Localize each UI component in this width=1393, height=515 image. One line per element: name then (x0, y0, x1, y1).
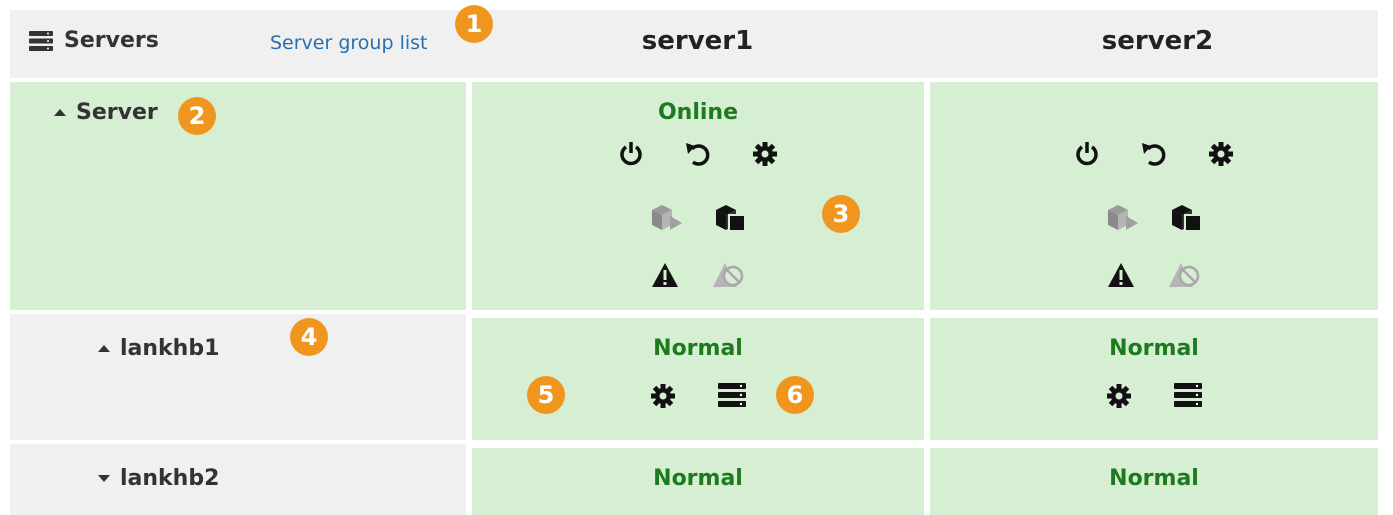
server1-server-cell: Online (472, 82, 924, 310)
server1-lankhb2-status: Normal (653, 466, 743, 491)
callout-badge-3: 3 (822, 195, 860, 233)
power-icon[interactable] (1073, 140, 1101, 168)
cube-start-icon (1104, 202, 1140, 234)
list-icon[interactable] (1173, 382, 1203, 410)
lankhb1-row-toggle[interactable]: lankhb1 (98, 336, 219, 361)
restart-icon[interactable] (683, 140, 713, 168)
cube-stop-icon[interactable] (1168, 202, 1204, 234)
column-server1-title: server1 (641, 26, 754, 56)
restart-icon[interactable] (1139, 140, 1169, 168)
gear-icon[interactable] (1105, 382, 1133, 410)
gear-icon[interactable] (1207, 140, 1235, 168)
callout-badge-1: 1 (455, 5, 493, 43)
column-server2-title: server2 (1101, 26, 1214, 56)
server2-action-icons (930, 140, 1378, 168)
gear-icon[interactable] (751, 140, 779, 168)
server1-warning-icons (472, 262, 924, 288)
server2-lankhb1-cell: Normal (930, 318, 1378, 440)
expand-triangle-icon (98, 475, 110, 482)
power-icon[interactable] (617, 140, 645, 168)
server-row-label-cell: Server (10, 82, 466, 310)
server-group-list-link[interactable]: Server group list (270, 32, 427, 54)
server2-lankhb1-status: Normal (1109, 336, 1199, 361)
server1-action-icons (472, 140, 924, 168)
servers-title-text: Servers (64, 28, 159, 53)
server2-server-cell (930, 82, 1378, 310)
server2-group-icons (930, 202, 1378, 234)
callout-badge-5: 5 (527, 376, 565, 414)
callout-badge-6: 6 (776, 376, 814, 414)
lankhb2-row-label: lankhb2 (120, 466, 220, 491)
lankhb2-row-toggle[interactable]: lankhb2 (98, 466, 219, 491)
server2-lankhb2-cell: Normal (930, 448, 1378, 515)
server-row-label: Server (76, 100, 158, 125)
server2-warning-icons (930, 262, 1378, 288)
cube-start-icon (648, 202, 684, 234)
server2-lankhb2-status: Normal (1109, 466, 1199, 491)
servers-icon (28, 30, 54, 52)
callout-badge-2: 2 (178, 97, 216, 135)
lankhb1-row-label-cell: lankhb1 (10, 314, 466, 440)
server1-lankhb1-status: Normal (653, 336, 743, 361)
collapse-triangle-icon (54, 109, 66, 116)
warning-suppress-icon (713, 262, 745, 288)
server1-lankhb2-cell: Normal (472, 448, 924, 515)
server1-online-status: Online (657, 100, 739, 125)
server2-lankhb1-icons (930, 382, 1378, 410)
lankhb2-row-label-cell: lankhb2 (10, 444, 466, 515)
cube-stop-icon[interactable] (712, 202, 748, 234)
collapse-triangle-icon (98, 345, 110, 352)
warning-icon[interactable] (1107, 262, 1135, 288)
warning-suppress-icon (1169, 262, 1201, 288)
lankhb1-row-label: lankhb1 (120, 336, 220, 361)
list-icon[interactable] (717, 382, 747, 410)
header-bar: Servers Server group list server1 server… (10, 10, 1378, 78)
warning-icon[interactable] (651, 262, 679, 288)
gear-icon[interactable] (649, 382, 677, 410)
servers-title: Servers (28, 28, 159, 53)
server-row-toggle[interactable]: Server (54, 100, 158, 125)
callout-badge-4: 4 (290, 318, 328, 356)
